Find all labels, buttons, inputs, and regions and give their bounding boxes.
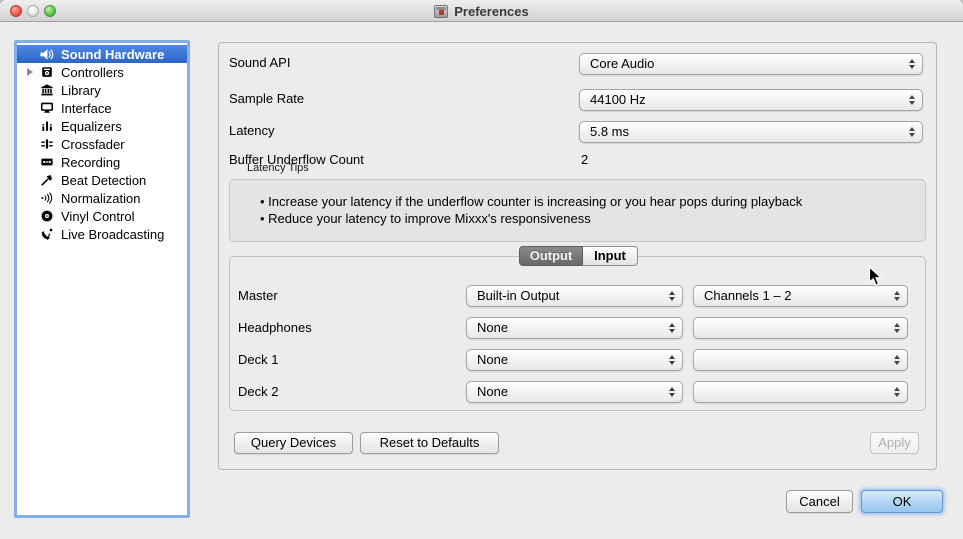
sidebar-item-sound-hardware[interactable]: Sound Hardware [17, 45, 187, 63]
preferences-sidebar: Sound Hardware Controllers Library Inter… [14, 40, 190, 518]
latency-tip: Increase your latency if the underflow c… [260, 193, 915, 210]
sidebar-item-vinyl-control[interactable]: Vinyl Control [17, 207, 187, 225]
equalizer-bars-icon [37, 119, 56, 133]
preferences-icon [434, 5, 448, 18]
sample-rate-label: Sample Rate [229, 88, 304, 110]
stepper-arrows-icon [669, 291, 675, 301]
stepper-arrows-icon [894, 323, 900, 333]
cassette-icon [37, 155, 56, 169]
sound-api-label: Sound API [229, 52, 290, 74]
sidebar-item-label: Equalizers [61, 119, 122, 134]
sidebar-item-label: Recording [61, 155, 120, 170]
sidebar-item-beat-detection[interactable]: Beat Detection [17, 171, 187, 189]
window-title-area: Preferences [0, 0, 963, 22]
sound-api-dropdown[interactable]: Core Audio [579, 53, 923, 75]
stepper-arrows-icon [894, 355, 900, 365]
sidebar-item-label: Beat Detection [61, 173, 146, 188]
sidebar-item-normalization[interactable]: Normalization [17, 189, 187, 207]
headphones-device-dropdown[interactable]: None [466, 317, 683, 339]
sidebar-item-label: Live Broadcasting [61, 227, 164, 242]
stepper-arrows-icon [909, 95, 915, 105]
deck1-label: Deck 1 [238, 349, 278, 371]
monitor-icon [37, 101, 56, 115]
sample-rate-dropdown[interactable]: 44100 Hz [579, 89, 923, 111]
deck1-device-dropdown[interactable]: None [466, 349, 683, 371]
sidebar-item-controllers[interactable]: Controllers [17, 63, 187, 81]
master-device-dropdown[interactable]: Built-in Output [466, 285, 683, 307]
latency-tips-box: Increase your latency if the underflow c… [229, 179, 926, 242]
sidebar-item-label: Library [61, 83, 101, 98]
sidebar-item-interface[interactable]: Interface [17, 99, 187, 117]
headphones-label: Headphones [238, 317, 312, 339]
window-title: Preferences [454, 4, 528, 19]
headphones-channels-dropdown[interactable] [693, 317, 908, 339]
stepper-arrows-icon [669, 355, 675, 365]
master-channels-dropdown[interactable]: Channels 1 – 2 [693, 285, 908, 307]
disclosure-triangle-icon[interactable] [27, 68, 33, 76]
sidebar-item-crossfader[interactable]: Crossfader [17, 135, 187, 153]
library-icon [37, 83, 56, 97]
stepper-arrows-icon [894, 387, 900, 397]
deck2-device-dropdown[interactable]: None [466, 381, 683, 403]
satellite-dish-icon [37, 227, 56, 241]
sidebar-item-label: Vinyl Control [61, 209, 134, 224]
ok-button[interactable]: OK [861, 490, 943, 513]
buffer-underflow-value: 2 [581, 149, 588, 171]
deck2-channels-dropdown[interactable] [693, 381, 908, 403]
cancel-button[interactable]: Cancel [786, 490, 853, 513]
sidebar-item-live-broadcasting[interactable]: Live Broadcasting [17, 225, 187, 243]
speaker-icon [37, 47, 56, 62]
crossfader-icon [37, 137, 56, 151]
latency-tip: Reduce your latency to improve Mixxx's r… [260, 210, 915, 227]
sound-hardware-panel: Sound API Core Audio Sample Rate 44100 H… [218, 42, 937, 470]
sound-waves-icon [37, 191, 56, 205]
sidebar-item-equalizers[interactable]: Equalizers [17, 117, 187, 135]
stepper-arrows-icon [909, 59, 915, 69]
query-devices-button[interactable]: Query Devices [234, 432, 353, 454]
latency-dropdown[interactable]: 5.8 ms [579, 121, 923, 143]
deck1-channels-dropdown[interactable] [693, 349, 908, 371]
sidebar-item-library[interactable]: Library [17, 81, 187, 99]
stepper-arrows-icon [909, 127, 915, 137]
latency-tips-title: Latency Tips [247, 162, 309, 174]
tab-output[interactable]: Output [519, 246, 583, 266]
sidebar-item-label: Controllers [61, 65, 124, 80]
vinyl-record-icon [37, 209, 56, 223]
controller-icon [37, 65, 56, 79]
sidebar-item-label: Normalization [61, 191, 140, 206]
stepper-arrows-icon [669, 387, 675, 397]
tab-input[interactable]: Input [583, 246, 638, 266]
latency-label: Latency [229, 120, 275, 142]
master-label: Master [238, 285, 278, 307]
beat-detection-icon [37, 173, 56, 187]
sidebar-item-label: Crossfader [61, 137, 125, 152]
titlebar: Preferences [0, 0, 963, 22]
stepper-arrows-icon [669, 323, 675, 333]
reset-to-defaults-button[interactable]: Reset to Defaults [360, 432, 499, 454]
apply-button[interactable]: Apply [870, 432, 919, 454]
sidebar-item-label: Sound Hardware [61, 47, 164, 62]
preferences-window: Preferences Sound Hardware Controllers L… [0, 0, 963, 539]
deck2-label: Deck 2 [238, 381, 278, 403]
sidebar-item-recording[interactable]: Recording [17, 153, 187, 171]
sidebar-item-label: Interface [61, 101, 112, 116]
stepper-arrows-icon [894, 291, 900, 301]
